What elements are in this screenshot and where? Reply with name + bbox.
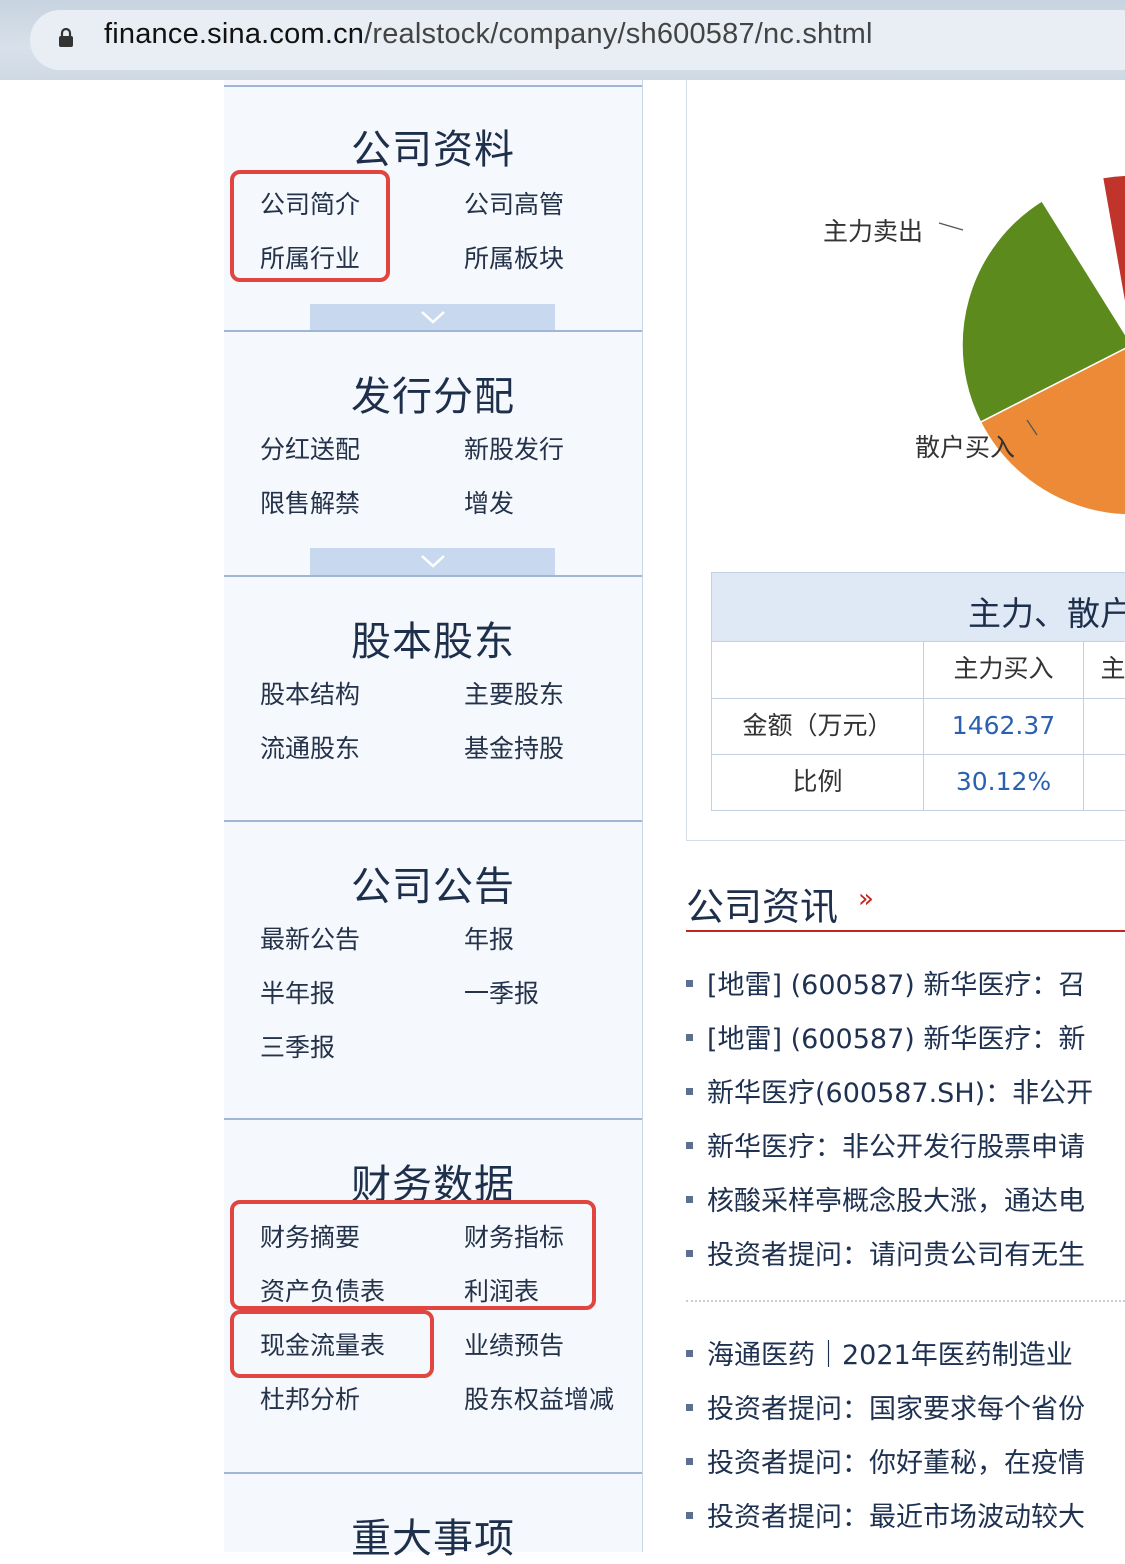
news-item[interactable]: 投资者提问：你好董秘，在疫情 bbox=[686, 1441, 1125, 1480]
section-title: 公司资料 bbox=[351, 127, 515, 173]
news-item-text[interactable]: 新华医疗：非公开发行股票申请 bbox=[707, 1132, 1085, 1163]
table-cell bbox=[1083, 698, 1125, 755]
sidebar-link-float-holders[interactable]: 流通股东 bbox=[260, 729, 360, 765]
expand-toggle[interactable] bbox=[310, 548, 555, 576]
sidebar-link-dupont[interactable]: 杜邦分析 bbox=[260, 1380, 360, 1416]
table-cell-value: 30.12% bbox=[923, 754, 1084, 811]
expand-toggle[interactable] bbox=[310, 304, 555, 332]
sidebar-link-executives[interactable]: 公司高管 bbox=[464, 185, 564, 221]
table-header-cell bbox=[711, 641, 924, 699]
sidebar-link-latest-announcement[interactable]: 最新公告 bbox=[260, 920, 360, 956]
table-header-cell: 主力买入 bbox=[923, 641, 1084, 699]
sidebar-link-q3-report[interactable]: 三季报 bbox=[260, 1028, 335, 1064]
table-row-label: 比例 bbox=[711, 754, 924, 811]
sidebar-link-half-year-report[interactable]: 半年报 bbox=[260, 974, 335, 1010]
section-title: 股本股东 bbox=[351, 619, 515, 665]
sidebar-section-announcements: 公司公告 最新公告 年报 半年报 一季报 三季报 bbox=[224, 820, 642, 1120]
news-item-text[interactable]: 投资者提问：最近市场波动较大 bbox=[707, 1502, 1085, 1533]
sidebar-link-annual-report[interactable]: 年报 bbox=[464, 920, 514, 956]
news-item[interactable]: [地雷] (600587) 新华医疗：召 bbox=[686, 963, 1125, 1002]
news-item-text[interactable]: 投资者提问：请问贵公司有无生 bbox=[707, 1240, 1085, 1271]
table-header-cell: 主 bbox=[1083, 641, 1125, 699]
table-cell-value: 1462.37 bbox=[923, 698, 1084, 755]
table-cell bbox=[1083, 754, 1125, 811]
url-text[interactable]: finance.sina.com.cn/realstock/company/sh… bbox=[104, 18, 873, 51]
divider bbox=[686, 930, 1125, 932]
highlight-box bbox=[230, 1310, 434, 1378]
sidebar-link-capital-structure[interactable]: 股本结构 bbox=[260, 675, 360, 711]
pie-chart bbox=[938, 174, 1125, 516]
bullet-icon bbox=[686, 1034, 693, 1041]
news-section-title: 公司资讯 bbox=[686, 885, 839, 929]
sidebar-section-issuance: 发行分配 分红送配 新股发行 限售解禁 增发 bbox=[224, 330, 642, 577]
pie-label-main-sell: 主力卖出 bbox=[823, 217, 924, 246]
bullet-icon bbox=[686, 1350, 693, 1357]
sidebar-link-earnings-forecast[interactable]: 业绩预告 bbox=[464, 1326, 564, 1362]
section-title: 重大事项 bbox=[351, 1516, 515, 1562]
sidebar-link-additional-issue[interactable]: 增发 bbox=[464, 484, 514, 520]
bullet-icon bbox=[686, 1088, 693, 1095]
flow-table-caption: 主力、散户 bbox=[711, 572, 1125, 642]
news-item[interactable]: 投资者提问：最近市场波动较大 bbox=[686, 1495, 1125, 1534]
sidebar-link-dividends[interactable]: 分红送配 bbox=[260, 430, 360, 466]
sidebar-section-shareholders: 股本股东 股本结构 主要股东 流通股东 基金持股 bbox=[224, 575, 642, 822]
news-item[interactable]: 海通医药｜2021年医药制造业 bbox=[686, 1333, 1125, 1372]
chevron-down-icon bbox=[421, 555, 445, 568]
url-path: /realstock/company/sh600587/nc.shtml bbox=[364, 18, 873, 50]
bullet-icon bbox=[686, 1404, 693, 1411]
section-title: 公司公告 bbox=[351, 864, 515, 910]
sidebar-link-ipo[interactable]: 新股发行 bbox=[464, 430, 564, 466]
bullet-icon bbox=[686, 980, 693, 987]
sidebar-link-sector[interactable]: 所属板块 bbox=[464, 239, 564, 275]
sidebar-link-lockup[interactable]: 限售解禁 bbox=[260, 484, 360, 520]
bullet-icon bbox=[686, 1458, 693, 1465]
highlight-box bbox=[230, 1200, 596, 1310]
browser-toolbar: finance.sina.com.cn/realstock/company/sh… bbox=[0, 0, 1125, 80]
sidebar-link-major-holders[interactable]: 主要股东 bbox=[464, 675, 564, 711]
bullet-icon bbox=[686, 1196, 693, 1203]
news-item[interactable]: 投资者提问：国家要求每个省份 bbox=[686, 1387, 1125, 1426]
news-item-text[interactable]: [地雷] (600587) 新华医疗：召 bbox=[707, 970, 1085, 1001]
news-item[interactable]: [地雷] (600587) 新华医疗：新 bbox=[686, 1017, 1125, 1056]
news-item-text[interactable]: 海通医药｜2021年医药制造业 bbox=[707, 1340, 1073, 1371]
news-item-text[interactable]: 新华医疗(600587.SH)：非公开 bbox=[707, 1078, 1093, 1109]
divider bbox=[686, 1300, 1125, 1302]
chevron-down-icon bbox=[421, 311, 445, 324]
url-host: finance.sina.com.cn bbox=[104, 18, 365, 50]
news-item-text[interactable]: 投资者提问：你好董秘，在疫情 bbox=[707, 1448, 1085, 1479]
news-item-text[interactable]: 投资者提问：国家要求每个省份 bbox=[707, 1394, 1085, 1425]
leader-line bbox=[938, 222, 964, 231]
bullet-icon bbox=[686, 1142, 693, 1149]
news-item[interactable]: 核酸采样亭概念股大涨，通达电 bbox=[686, 1179, 1125, 1218]
news-item-text[interactable]: 核酸采样亭概念股大涨，通达电 bbox=[707, 1186, 1085, 1217]
news-item[interactable]: 新华医疗：非公开发行股票申请 bbox=[686, 1125, 1125, 1164]
news-more-link[interactable]: » bbox=[858, 884, 874, 914]
sidebar-section-major-events: 重大事项 bbox=[224, 1472, 642, 1562]
news-item[interactable]: 新华医疗(600587.SH)：非公开 bbox=[686, 1071, 1125, 1110]
sidebar-link-fund-holdings[interactable]: 基金持股 bbox=[464, 729, 564, 765]
sidebar-link-equity-changes[interactable]: 股东权益增减 bbox=[464, 1380, 614, 1416]
table-row-label: 金额（万元） bbox=[711, 698, 924, 755]
lock-icon bbox=[59, 28, 73, 47]
bullet-icon bbox=[686, 1250, 693, 1257]
flow-table-title: 主力、散户 bbox=[968, 594, 1125, 633]
news-item[interactable]: 投资者提问：请问贵公司有无生 bbox=[686, 1233, 1125, 1272]
section-title: 发行分配 bbox=[351, 374, 515, 420]
pie-label-retail-buy: 散户买入 bbox=[915, 433, 1016, 462]
bullet-icon bbox=[686, 1512, 693, 1519]
news-item-text[interactable]: [地雷] (600587) 新华医疗：新 bbox=[707, 1024, 1085, 1055]
highlight-box bbox=[230, 170, 390, 282]
sidebar-link-q1-report[interactable]: 一季报 bbox=[464, 974, 539, 1010]
sidebar: 公司资料 公司简介 公司高管 所属行业 所属板块 发行分配 分红送配 新股发行 … bbox=[224, 80, 643, 1562]
